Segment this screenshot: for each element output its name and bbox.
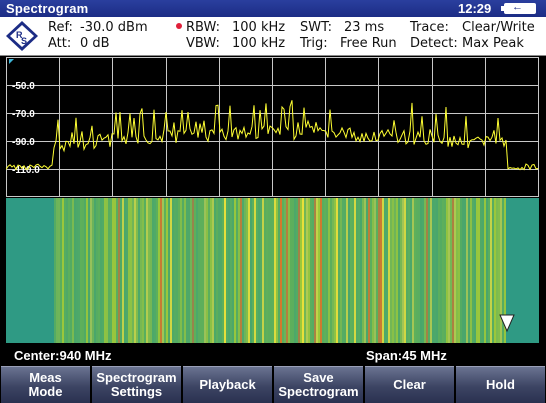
spectrogram-waterfall[interactable] xyxy=(6,198,539,343)
trace-label: Trace: xyxy=(410,20,449,35)
att-value: 0 dB xyxy=(80,36,110,51)
title-bar: Spectrogram 12:29 ← xyxy=(0,0,546,17)
detect-label: Detect: xyxy=(410,36,458,51)
y-tick-label: -50.0 xyxy=(12,81,35,92)
rbw-value: 100 kHz xyxy=(232,20,286,35)
status-line: Center:940 MHz Span:45 MHz xyxy=(0,346,546,366)
trace-reference-icon xyxy=(9,59,14,64)
svg-text:S: S xyxy=(21,36,27,46)
settings-panel: R S Ref: -30.0 dBm Att: 0 dB RBW: 100 kH… xyxy=(0,17,546,56)
spectrum-svg: -50.0 -70.0 -90.0 -110.0 xyxy=(6,57,539,197)
swt-label: SWT: xyxy=(300,20,332,35)
rbw-marker-dot xyxy=(176,23,182,29)
frequency-span: Span:45 MHz xyxy=(366,348,447,363)
clear-button[interactable]: Clear xyxy=(365,366,454,403)
clock: 12:29 xyxy=(458,1,492,16)
center-frequency: Center:940 MHz xyxy=(14,348,112,363)
trace-value: Clear/Write xyxy=(462,20,535,35)
battery-icon: ← xyxy=(501,1,536,14)
ref-label: Ref: xyxy=(48,20,73,35)
ref-value: -30.0 dBm xyxy=(80,20,148,35)
att-label: Att: xyxy=(48,36,72,51)
y-axis-labels: -50.0 -70.0 -90.0 -110.0 xyxy=(12,81,40,176)
save-spectrogram-button[interactable]: Save Spectrogram xyxy=(274,366,363,403)
spectrogram-settings-button[interactable]: Spectrogram Settings xyxy=(92,366,181,403)
y-tick-label: -70.0 xyxy=(12,109,35,120)
swt-value: 23 ms xyxy=(344,20,385,35)
analyzer-screen: Spectrogram 12:29 ← R S Ref: -30.0 dBm A… xyxy=(0,0,546,403)
meas-mode-button[interactable]: Meas Mode xyxy=(1,366,90,403)
y-tick-label: -90.0 xyxy=(12,137,35,148)
y-tick-label: -110.0 xyxy=(12,165,40,176)
spectrum-graph[interactable]: -50.0 -70.0 -90.0 -110.0 xyxy=(6,57,539,197)
playback-button[interactable]: Playback xyxy=(183,366,272,403)
mode-title: Spectrogram xyxy=(6,1,89,16)
trig-label: Trig: xyxy=(300,36,328,51)
trig-value: Free Run xyxy=(340,36,397,51)
vbw-label: VBW: xyxy=(186,36,220,51)
rohde-schwarz-logo-icon: R S xyxy=(6,21,38,51)
hold-button[interactable]: Hold xyxy=(456,366,545,403)
softkey-bar: Meas Mode Spectrogram Settings Playback … xyxy=(0,366,546,403)
detect-value: Max Peak xyxy=(462,36,524,51)
rbw-label: RBW: xyxy=(186,20,220,35)
vbw-value: 100 kHz xyxy=(232,36,286,51)
graph-grid xyxy=(6,57,539,197)
